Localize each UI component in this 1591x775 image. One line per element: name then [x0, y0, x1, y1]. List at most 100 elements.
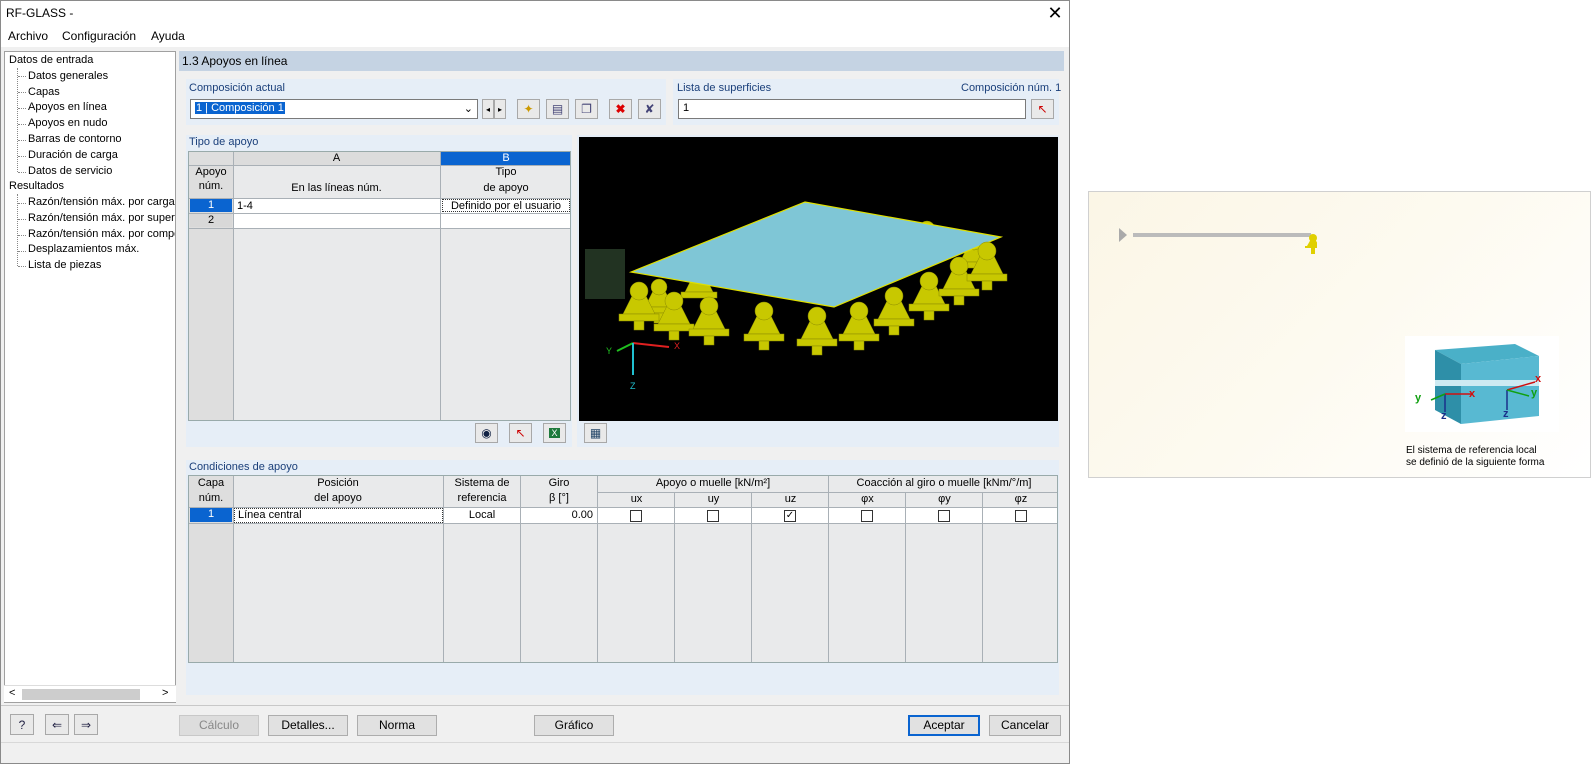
excel-export-button[interactable]: X: [543, 423, 566, 443]
chevron-down-icon[interactable]: ⌄: [464, 102, 473, 115]
axis-x-label: X: [674, 341, 681, 351]
tree-horizontal-scrollbar[interactable]: < >: [4, 685, 176, 702]
excel-icon: X: [549, 428, 560, 438]
header-phiz: φz: [1014, 493, 1028, 505]
header-ux: ux: [630, 493, 643, 505]
view-button[interactable]: ◉: [475, 423, 498, 443]
tree-group-results[interactable]: Resultados: [9, 180, 64, 192]
tree-item-layers[interactable]: Capas: [28, 86, 60, 98]
new-icon: ✦: [523, 102, 534, 116]
menu-configuracion[interactable]: Configuración: [62, 29, 136, 43]
tree-item-node-supports[interactable]: Apoyos en nudo: [28, 117, 108, 129]
condition-row-1-rotation[interactable]: 0.00: [521, 509, 593, 521]
graphic-button[interactable]: Gráfico: [534, 715, 614, 736]
copy-composition-button[interactable]: ❐: [575, 99, 598, 119]
scroll-thumb[interactable]: [22, 689, 140, 700]
copy-icon: ❐: [581, 102, 592, 116]
scroll-left-icon[interactable]: <: [9, 687, 15, 699]
condition-row-1-layer[interactable]: 1: [190, 508, 232, 522]
header-system-1: Sistema de: [454, 477, 510, 489]
import-icon: ⇐: [51, 717, 63, 732]
cursor-pick-icon: ↖: [515, 426, 526, 440]
support-row-2-num[interactable]: 2: [190, 214, 232, 227]
diagram-y-label-2: y: [1531, 387, 1538, 399]
condition-row-1-system[interactable]: Local: [444, 509, 520, 521]
details-button[interactable]: Detalles...: [268, 715, 348, 736]
tree-item-max-displacements[interactable]: Desplazamientos máx.: [28, 243, 139, 255]
diagram-z-label-2: z: [1503, 408, 1509, 420]
pick-lines-button[interactable]: ↖: [509, 423, 532, 443]
column-b-header[interactable]: B: [441, 152, 570, 164]
support-row-1-lines[interactable]: 1-4: [237, 200, 253, 212]
tree-item-boundary-members[interactable]: Barras de contorno: [28, 133, 122, 145]
help-button[interactable]: ?: [10, 714, 34, 735]
calc-button[interactable]: Cálculo: [179, 715, 259, 736]
column-a-header[interactable]: A: [233, 152, 440, 164]
render-options-icon: ▦: [589, 426, 602, 440]
checkbox-phiz[interactable]: [1015, 510, 1027, 522]
3d-model-graphic: [585, 201, 1008, 375]
import-button[interactable]: ⇐: [45, 714, 69, 735]
cursor-pick-icon: ↖: [1037, 102, 1048, 116]
ok-button[interactable]: Aceptar: [908, 715, 980, 736]
delete-all-compositions-button[interactable]: ✘: [638, 99, 661, 119]
delete-composition-button[interactable]: ✖: [609, 99, 632, 119]
diagram-y-label-1: y: [1415, 392, 1422, 404]
support-row-1-num[interactable]: 1: [190, 199, 232, 212]
header-support-num-2: núm.: [198, 180, 224, 192]
tree-item-max-ratio-load[interactable]: Razón/tensión máx. por carga: [28, 196, 175, 208]
new-composition-button[interactable]: ✦: [517, 99, 540, 119]
surfaces-input[interactable]: 1: [678, 99, 1026, 119]
menu-ayuda[interactable]: Ayuda: [151, 29, 185, 43]
pick-surfaces-button[interactable]: ↖: [1031, 99, 1054, 119]
condition-row-1-position[interactable]: Línea central: [234, 508, 443, 523]
header-lines: En las líneas núm.: [291, 182, 382, 194]
export-button[interactable]: ⇒: [74, 714, 98, 735]
arrow-right-icon: ▸: [497, 104, 502, 114]
tree-item-general[interactable]: Datos generales: [28, 70, 108, 82]
header-support-num-1: Apoyo: [195, 166, 227, 178]
previous-composition-button[interactable]: ◂: [482, 99, 494, 119]
header-phiy: φy: [938, 493, 951, 505]
composition-label: Composición actual: [189, 82, 285, 94]
tree-item-load-duration[interactable]: Duración de carga: [28, 149, 118, 161]
axis-z-label: Z: [630, 381, 636, 391]
tree-item-max-ratio-composition[interactable]: Razón/tensión máx. por compo: [28, 228, 175, 240]
cancel-button[interactable]: Cancelar: [989, 715, 1061, 736]
next-composition-button[interactable]: ▸: [494, 99, 506, 119]
tree-group-input[interactable]: Datos de entrada: [9, 54, 93, 66]
navigator-tree: Datos de entrada Datos generales Capas A…: [4, 51, 176, 703]
tree-item-service-data[interactable]: Datos de servicio: [28, 165, 112, 177]
header-rotation-1: Giro: [548, 477, 570, 489]
composition-select[interactable]: 1 | Composición 1 ⌄: [190, 99, 478, 119]
conditions-table: Capa núm. Posición del apoyo Sistema de …: [188, 475, 1058, 663]
header-layer-1: Capa: [197, 477, 225, 489]
support-type-label: Tipo de apoyo: [189, 136, 259, 148]
tree-item-line-supports[interactable]: Apoyos en línea: [28, 101, 107, 113]
tree-item-parts-list[interactable]: Lista de piezas: [28, 259, 101, 271]
rename-composition-button[interactable]: ▤: [546, 99, 569, 119]
title-bar: RF-GLASS - ✕: [1, 1, 1069, 25]
header-position-2: del apoyo: [314, 492, 362, 504]
checkbox-phix[interactable]: [861, 510, 873, 522]
surfaces-label: Lista de superficies: [677, 82, 772, 94]
checkbox-uy[interactable]: [707, 510, 719, 522]
side-panel-caption-line-1: El sistema de referencia local: [1406, 445, 1537, 456]
header-support-spring: Apoyo o muelle [kN/m²]: [655, 477, 771, 489]
menu-archivo[interactable]: Archivo: [8, 29, 48, 43]
checkbox-phiy[interactable]: [938, 510, 950, 522]
diagram-z-label-1: z: [1441, 410, 1447, 422]
checkbox-uz[interactable]: ✓: [784, 510, 796, 522]
graphic-options-button[interactable]: ▦: [584, 423, 607, 443]
axis-y-label: Y: [606, 346, 613, 356]
checkbox-ux[interactable]: [630, 510, 642, 522]
edit-icon: ▤: [551, 102, 564, 116]
close-icon[interactable]: ✕: [1042, 1, 1068, 25]
norm-button[interactable]: Norma: [357, 715, 437, 736]
composition-number-label: Composición núm. 1: [961, 82, 1062, 94]
tree-item-max-ratio-surface[interactable]: Razón/tensión máx. por superf: [28, 212, 175, 224]
3d-viewport[interactable]: X Y Z: [579, 137, 1058, 421]
scroll-right-icon[interactable]: >: [162, 687, 168, 699]
header-uz: uz: [784, 493, 797, 505]
support-row-1-type[interactable]: Definido por el usuario: [442, 199, 570, 212]
